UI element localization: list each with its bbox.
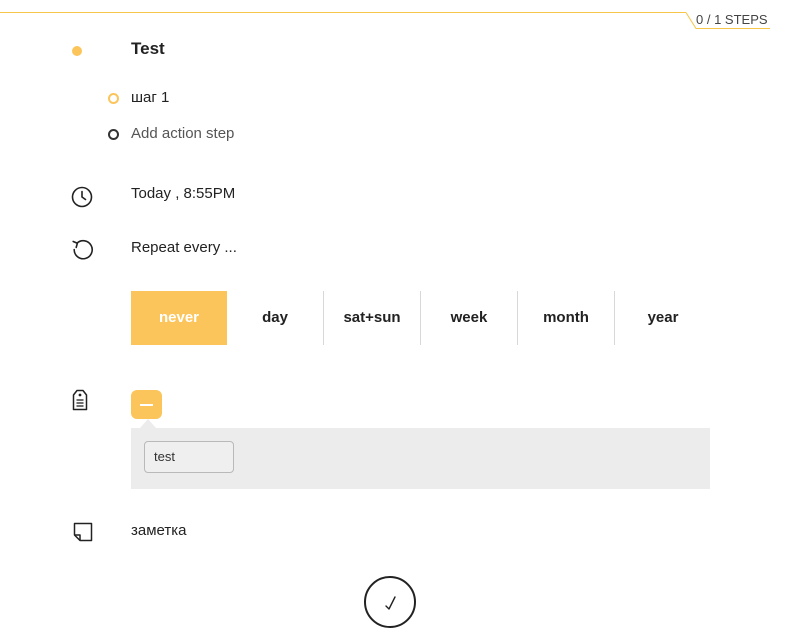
add-action-step-input[interactable]: Add action step (131, 125, 234, 142)
repeat-options: never day sat+sun week month year (131, 291, 711, 345)
step-ring-icon[interactable] (108, 93, 119, 104)
repeat-option-never[interactable]: never (131, 291, 227, 345)
steps-progress-tab: 0 / 1 STEPS (686, 12, 770, 30)
note-icon (73, 522, 93, 542)
checkmark-icon (385, 596, 396, 610)
top-divider (0, 12, 686, 13)
tags-panel-pointer (140, 419, 156, 428)
repeat-option-year[interactable]: year (614, 291, 711, 345)
repeat-option-sat-sun[interactable]: sat+sun (323, 291, 420, 345)
tags-toggle-button[interactable] (131, 390, 162, 419)
tag-icon (72, 389, 88, 411)
complete-task-button[interactable] (364, 576, 416, 628)
task-detail-page: 0 / 1 STEPS Test шаг 1 Add action step T… (0, 0, 800, 643)
repeat-option-day[interactable]: day (227, 291, 323, 345)
repeat-option-week[interactable]: week (420, 291, 517, 345)
tag-chip[interactable]: test (144, 441, 234, 473)
add-step-ring-icon (108, 129, 119, 140)
steps-progress-label: 0 / 1 STEPS (696, 12, 768, 27)
task-status-dot (72, 46, 82, 56)
repeat-icon (72, 239, 93, 260)
clock-icon (71, 186, 93, 208)
repeat-label: Repeat every ... (131, 239, 237, 256)
tags-panel: test (131, 428, 710, 489)
repeat-option-month[interactable]: month (517, 291, 614, 345)
step-item-label[interactable]: шаг 1 (131, 89, 169, 106)
note-text[interactable]: заметка (131, 522, 186, 539)
minus-icon (140, 404, 153, 406)
due-date-text[interactable]: Today , 8:55PM (131, 185, 235, 202)
task-title[interactable]: Test (131, 39, 165, 59)
